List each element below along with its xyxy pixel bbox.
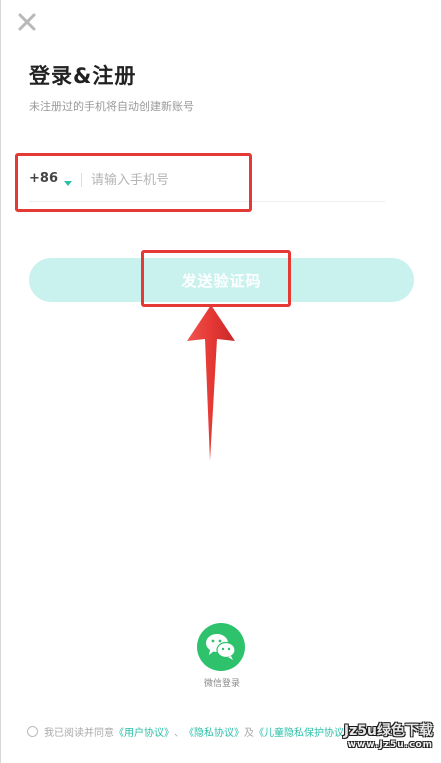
close-icon[interactable] (17, 12, 37, 32)
agreement-separator: 、 (174, 727, 184, 739)
wechat-icon (206, 634, 236, 660)
highlight-box-phone (15, 153, 252, 212)
page-subtitle: 未注册过的手机将自动创建新账号 (29, 100, 194, 113)
watermark-main: Jz5u绿色下载 (343, 723, 433, 739)
watermark-url: www.Jz5u.com (347, 740, 433, 750)
watermark: Jz5u绿色下载 www.Jz5u.com (344, 720, 433, 750)
login-window: 登录&注册 未注册过的手机将自动创建新账号 +86 发送验证码 (0, 0, 442, 763)
arrow-up-icon (183, 303, 239, 463)
user-agreement-link[interactable]: 《用户协议》 (114, 724, 174, 739)
agreement-and: 及 (244, 727, 254, 739)
wechat-login-label: 微信登录 (203, 679, 240, 689)
agree-radio[interactable] (27, 725, 38, 737)
wechat-login-button[interactable] (197, 623, 245, 671)
highlight-box-send (141, 250, 291, 307)
children-agreement-link[interactable]: 《儿童隐私保护协议》 (254, 724, 354, 739)
page-title: 登录&注册 (29, 64, 137, 88)
agreement-row: 我已阅读并同意 《用户协议》 、 《隐私协议》 及 《儿童隐私保护协议》 (27, 722, 354, 740)
privacy-agreement-link[interactable]: 《隐私协议》 (184, 724, 244, 739)
agreement-prefix: 我已阅读并同意 (44, 727, 114, 739)
